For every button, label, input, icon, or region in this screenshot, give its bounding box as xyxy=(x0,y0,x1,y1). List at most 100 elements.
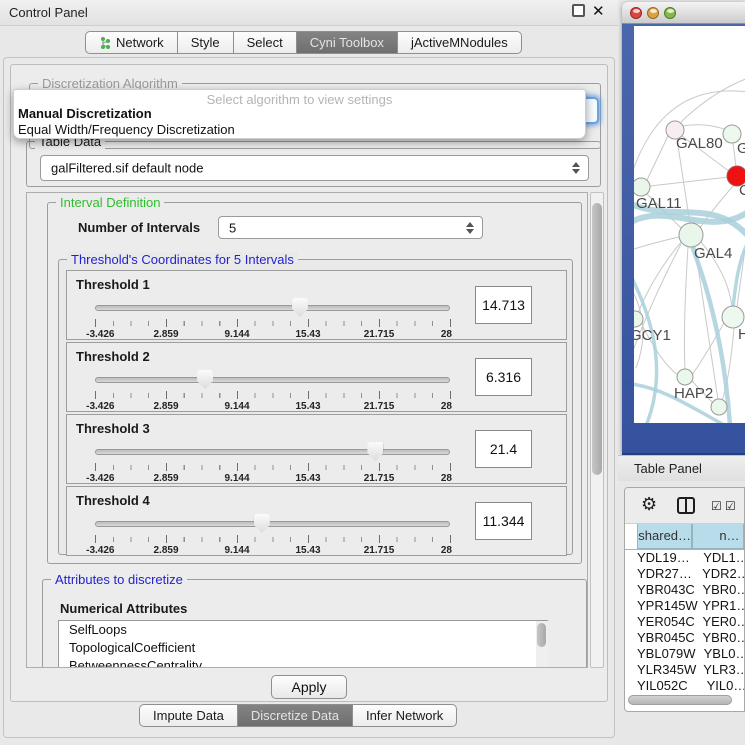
threshold-label: Threshold 4 xyxy=(76,493,150,508)
number-of-intervals-combobox[interactable]: 5 xyxy=(218,216,483,239)
threshold-value-field[interactable]: 14.713 xyxy=(475,286,532,324)
column-header-shared[interactable]: shared… xyxy=(637,524,692,549)
network-edge[interactable] xyxy=(681,78,745,122)
tick-label: 21.715 xyxy=(364,329,395,340)
network-node-gal4[interactable] xyxy=(679,223,703,247)
tab-select[interactable]: Select xyxy=(234,31,297,54)
tab-jactivemnodules[interactable]: jActiveMNodules xyxy=(398,31,522,54)
tab-impute-data[interactable]: Impute Data xyxy=(139,704,238,727)
table-toolbar: ⚙ ☑ ☑ xyxy=(625,488,744,524)
network-edge[interactable] xyxy=(647,136,668,180)
tick-label: 9.144 xyxy=(224,329,249,340)
algorithm-option-equal-width[interactable]: Equal Width/Frequency Discretization xyxy=(14,122,585,138)
table-rows: YDL19…YDL1…YDR27…YDR2…YBR043CYBR0…YPR145… xyxy=(625,550,744,690)
network-edge[interactable] xyxy=(634,276,657,423)
list-item-topologicalcoefficient[interactable]: TopologicalCoefficient xyxy=(59,639,547,657)
tab-discretize-data[interactable]: Discretize Data xyxy=(238,704,353,727)
panel-scrollbar-thumb[interactable] xyxy=(592,203,602,475)
slider-thumb[interactable] xyxy=(197,370,213,389)
network-node-gal11[interactable] xyxy=(634,178,650,196)
threshold-slider-1[interactable]: -3.4262.8599.14415.4321.71528 xyxy=(95,295,450,335)
network-edge[interactable] xyxy=(684,247,688,370)
table-row[interactable]: YDL19…YDL1… xyxy=(625,550,744,566)
network-edge[interactable] xyxy=(650,177,729,186)
split-columns-icon[interactable] xyxy=(677,497,695,514)
network-node-label: GCY1 xyxy=(634,327,671,344)
slider-track[interactable] xyxy=(95,377,450,383)
network-window-titlebar xyxy=(622,2,745,24)
list-scrollbar-thumb[interactable] xyxy=(537,623,546,647)
network-node-label: C xyxy=(739,182,745,199)
tab-style[interactable]: Style xyxy=(178,31,234,54)
column-header-name[interactable]: n… xyxy=(692,524,744,549)
network-canvas[interactable]: GAL80GACGAL11GAL4GCY1HHAP2 xyxy=(634,26,745,423)
algorithm-option-manual[interactable]: Manual Discretization xyxy=(14,106,585,122)
network-edge[interactable] xyxy=(733,242,745,308)
settings-scroll-viewport: Interval Definition Number of Intervals … xyxy=(26,192,588,668)
table-data-group: Table Data galFiltered.sif default node xyxy=(26,141,601,187)
slider-thumb[interactable] xyxy=(367,442,383,461)
minimize-traffic-light-icon[interactable] xyxy=(647,7,659,19)
network-edge[interactable] xyxy=(733,143,736,167)
tab-cyni-toolbox[interactable]: Cyni Toolbox xyxy=(297,31,398,54)
tick-label: -3.426 xyxy=(86,473,114,484)
table-row[interactable]: YDR27…YDR2… xyxy=(625,566,744,582)
threshold-slider-3[interactable]: -3.4262.8599.14415.4321.71528 xyxy=(95,439,450,479)
table-row[interactable]: YBL079WYBL0… xyxy=(625,646,744,662)
network-node-gcy1[interactable] xyxy=(634,311,643,327)
network-node-h[interactable] xyxy=(722,306,744,328)
table-hscrollbar-thumb[interactable] xyxy=(628,695,732,705)
slider-track[interactable] xyxy=(95,305,450,311)
major-tick xyxy=(95,535,96,543)
tab-network[interactable]: Network xyxy=(85,31,178,54)
threshold-slider-2[interactable]: -3.4262.8599.14415.4321.71528 xyxy=(95,367,450,407)
tab-label: jActiveMNodules xyxy=(411,32,508,53)
table-row[interactable]: YBR043CYBR0… xyxy=(625,582,744,598)
list-item-betweennesscentrality[interactable]: BetweennessCentrality xyxy=(59,657,547,668)
slider-thumb[interactable] xyxy=(254,514,270,533)
major-tick xyxy=(166,463,167,471)
table-row[interactable]: YPR145WYPR1… xyxy=(625,598,744,614)
tab-infer-network[interactable]: Infer Network xyxy=(353,704,457,727)
table-row[interactable]: YER054CYER0… xyxy=(625,614,744,630)
threshold-value-field[interactable]: 6.316 xyxy=(475,358,532,396)
network-node[interactable] xyxy=(711,399,727,415)
close-icon[interactable]: ✕ xyxy=(592,2,605,20)
table-row[interactable]: YLR345WYLR3… xyxy=(625,662,744,678)
checkbox-icon[interactable]: ☑ xyxy=(725,499,736,513)
apply-button[interactable]: Apply xyxy=(271,675,347,699)
cell-shared-name: YLR345W xyxy=(625,662,703,678)
float-window-icon[interactable] xyxy=(572,4,585,17)
checkbox-icon[interactable]: ☑ xyxy=(711,499,722,513)
tick-label: 28 xyxy=(441,401,452,412)
cell-shared-name: YBR043C xyxy=(625,582,702,598)
table-row[interactable]: YBR045CYBR0… xyxy=(625,630,744,646)
threshold-slider-4[interactable]: -3.4262.8599.14415.4321.71528 xyxy=(95,511,450,551)
tab-label: Network xyxy=(116,32,164,53)
tick-label: 15.43 xyxy=(295,401,320,412)
right-panel: GAL80GACGAL11GAL4GCY1HHAP2 Table Panel ⚙… xyxy=(618,0,745,745)
network-edge[interactable] xyxy=(683,125,730,131)
network-edge[interactable] xyxy=(634,237,679,250)
threshold-value-field[interactable]: 11.344 xyxy=(475,502,532,540)
network-edge[interactable] xyxy=(638,241,682,313)
network-node-hap2[interactable] xyxy=(677,369,693,385)
threshold-value-field[interactable]: 21.4 xyxy=(475,430,532,468)
tick-label: 21.715 xyxy=(364,401,395,412)
gear-icon[interactable]: ⚙ xyxy=(641,494,657,515)
numerical-attributes-list[interactable]: SelfLoopsTopologicalCoefficientBetweenne… xyxy=(58,620,548,668)
tick-label: 9.144 xyxy=(224,401,249,412)
table-hscrollbar xyxy=(628,695,740,705)
list-item-selfloops[interactable]: SelfLoops xyxy=(59,621,547,639)
slider-thumb[interactable] xyxy=(292,298,308,317)
threshold-label: Threshold 1 xyxy=(76,277,150,292)
tick-label: 28 xyxy=(441,473,452,484)
slider-track[interactable] xyxy=(95,449,450,455)
table-row[interactable]: YIL052CYIL0… xyxy=(625,678,744,690)
table-data-combobox[interactable]: galFiltered.sif default node xyxy=(40,155,589,181)
network-node-label: GAL80 xyxy=(676,135,723,152)
tick-label: -3.426 xyxy=(86,329,114,340)
slider-track[interactable] xyxy=(95,521,450,527)
close-traffic-light-icon[interactable] xyxy=(630,7,642,19)
zoom-traffic-light-icon[interactable] xyxy=(664,7,676,19)
